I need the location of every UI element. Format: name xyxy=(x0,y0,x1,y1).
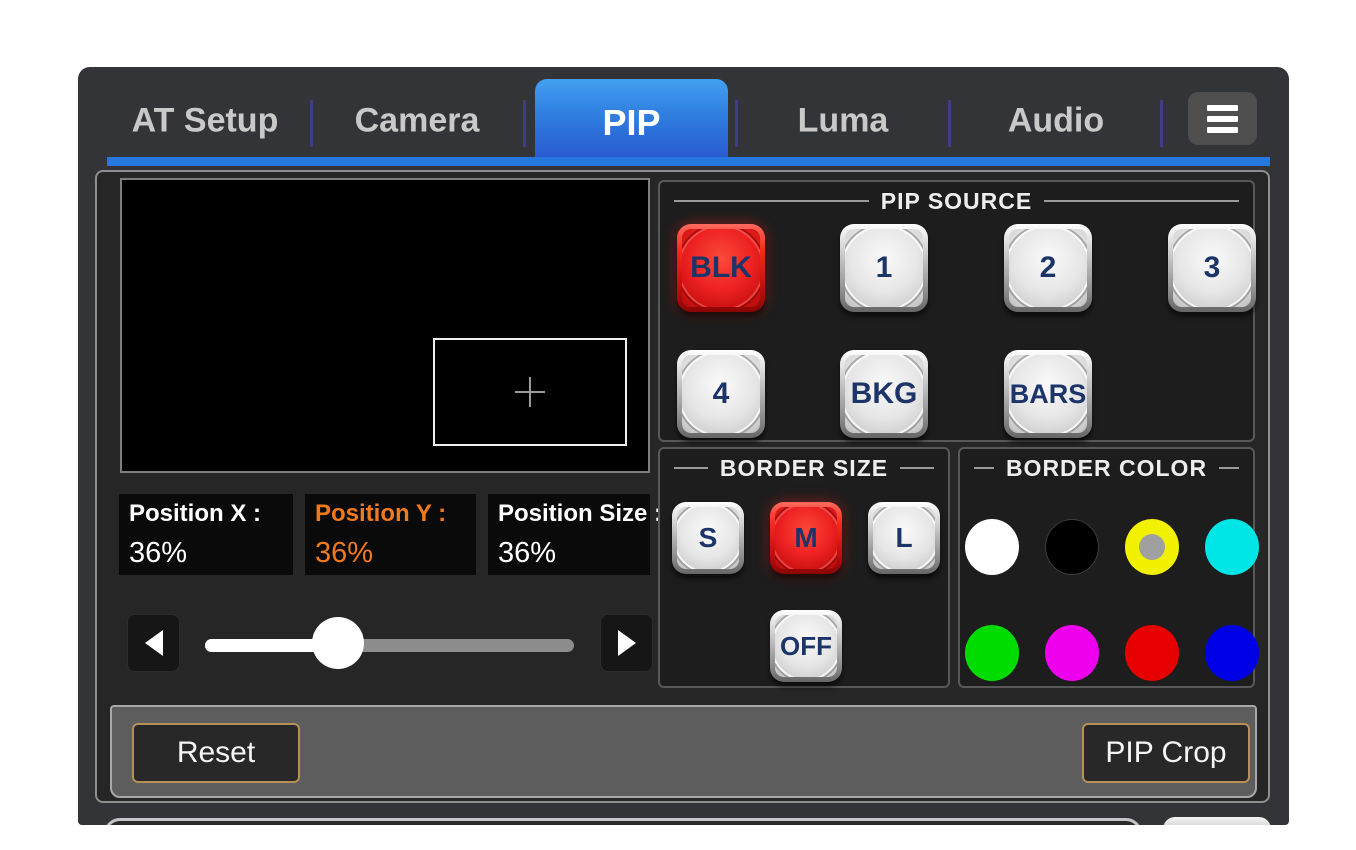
pip-source-button-4[interactable]: 4 xyxy=(677,350,765,438)
border-size-legend: BORDER SIZE xyxy=(674,455,934,481)
position-size-value: 36% xyxy=(498,539,640,568)
pip-source-button-blk[interactable]: BLK xyxy=(677,224,765,312)
tab-separator xyxy=(735,100,738,147)
border-color-legend: BORDER COLOR xyxy=(974,455,1239,481)
bottom-button-partial[interactable] xyxy=(1163,817,1271,825)
tab-luma[interactable]: Luma xyxy=(798,102,889,141)
pip-source-button-2[interactable]: 2 xyxy=(1004,224,1092,312)
position-x-value: 36% xyxy=(129,539,283,568)
bottom-bar-partial xyxy=(104,818,1142,825)
app-window: AT Setup Camera PIP Luma Audio Position … xyxy=(78,67,1289,825)
arrow-left-icon xyxy=(145,630,163,656)
slider-thumb[interactable] xyxy=(312,617,364,669)
border-color-white[interactable] xyxy=(965,519,1019,575)
position-y-label: Position Y : xyxy=(315,501,466,527)
border-size-button-l[interactable]: L xyxy=(868,502,940,574)
position-y-readout: Position Y : 36% xyxy=(305,494,476,575)
tab-separator xyxy=(1160,100,1163,147)
border-color-green[interactable] xyxy=(965,625,1019,681)
tab-separator xyxy=(948,100,951,147)
pip-source-legend: PIP SOURCE xyxy=(674,188,1239,214)
hamburger-icon xyxy=(1207,105,1238,133)
tab-at-setup[interactable]: AT Setup xyxy=(132,102,279,141)
position-x-readout: Position X : 36% xyxy=(119,494,293,575)
tab-pip-label: PIP xyxy=(602,102,660,144)
tab-separator xyxy=(310,100,313,147)
selected-color-indicator xyxy=(1139,534,1165,560)
pip-source-button-bkg[interactable]: BKG xyxy=(840,350,928,438)
menu-button[interactable] xyxy=(1188,92,1257,145)
border-color-black[interactable] xyxy=(1045,519,1099,575)
border-size-button-off[interactable]: OFF xyxy=(770,610,842,682)
reset-button[interactable]: Reset xyxy=(132,723,300,783)
tab-pip-active[interactable]: PIP xyxy=(535,79,728,166)
pip-crop-button[interactable]: PIP Crop xyxy=(1082,723,1250,783)
pip-source-button-bars[interactable]: BARS xyxy=(1004,350,1092,438)
active-tab-underline xyxy=(107,157,1270,166)
tab-separator xyxy=(523,100,526,147)
crosshair-plus-icon xyxy=(529,377,531,407)
tab-audio[interactable]: Audio xyxy=(1008,102,1104,141)
border-color-blue[interactable] xyxy=(1205,625,1259,681)
border-color-magenta[interactable] xyxy=(1045,625,1099,681)
pip-source-button-3[interactable]: 3 xyxy=(1168,224,1256,312)
position-size-readout: Position Size : 36% xyxy=(488,494,650,575)
position-y-value: 36% xyxy=(315,539,466,568)
border-color-cyan[interactable] xyxy=(1205,519,1259,575)
border-color-yellow-selected[interactable] xyxy=(1125,519,1179,575)
border-size-button-s[interactable]: S xyxy=(672,502,744,574)
arrow-right-icon xyxy=(618,630,636,656)
position-size-label: Position Size : xyxy=(498,501,640,527)
border-size-button-m[interactable]: M xyxy=(770,502,842,574)
slider-increment-button[interactable] xyxy=(600,614,653,672)
position-slider[interactable] xyxy=(205,613,574,673)
tab-camera[interactable]: Camera xyxy=(355,102,480,141)
pip-source-button-1[interactable]: 1 xyxy=(840,224,928,312)
slider-decrement-button[interactable] xyxy=(127,614,180,672)
position-x-label: Position X : xyxy=(129,501,283,527)
border-color-red[interactable] xyxy=(1125,625,1179,681)
